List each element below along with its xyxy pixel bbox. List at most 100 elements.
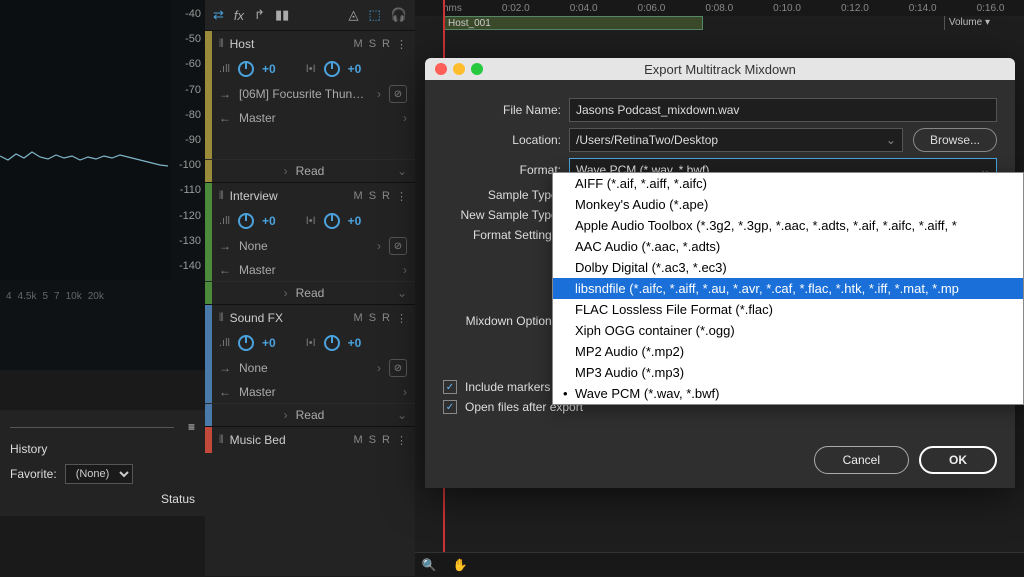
input-routing[interactable]: [06M] Focusrite Thun… — [239, 87, 364, 101]
volume-value[interactable]: +0 — [262, 336, 276, 350]
send-icon[interactable]: ↱ — [254, 7, 265, 23]
cancel-button[interactable]: Cancel — [814, 446, 909, 474]
spectrum-waveform — [0, 138, 170, 178]
chevron-right-icon[interactable]: › — [284, 408, 288, 422]
track-menu-icon[interactable]: ⋮ — [396, 312, 407, 325]
record-button[interactable]: R — [382, 190, 390, 203]
pan-value[interactable]: +0 — [348, 336, 362, 350]
clip-lane[interactable]: Host_001 Volume ▾ — [415, 16, 1024, 32]
include-markers-checkbox[interactable]: ✓ — [443, 380, 457, 394]
format-dropdown-list[interactable]: AIFF (*.aif, *.aiff, *.aifc)Monkey's Aud… — [552, 172, 1024, 405]
fx-bypass-button[interactable]: ⊘ — [389, 237, 407, 255]
input-routing[interactable]: None — [239, 239, 268, 253]
loop-icon[interactable]: ⇄ — [213, 7, 224, 23]
format-option[interactable]: AIFF (*.aif, *.aiff, *.aifc) — [553, 173, 1023, 194]
format-option[interactable]: libsndfile (*.aifc, *.aiff, *.au, *.avr,… — [553, 278, 1023, 299]
track-menu-icon[interactable]: ⋮ — [396, 434, 407, 447]
track-handle-icon[interactable]: ⫴ — [219, 38, 224, 51]
chevron-down-icon[interactable]: ⌄ — [397, 164, 407, 178]
chevron-right-icon[interactable]: › — [377, 361, 381, 375]
solo-button[interactable]: S — [369, 312, 376, 325]
track-name[interactable]: Interview — [230, 189, 348, 203]
pan-value[interactable]: +0 — [348, 214, 362, 228]
track-handle-icon[interactable]: ⫴ — [219, 312, 224, 325]
automation-mode[interactable]: Read — [296, 408, 325, 422]
file-name-label: File Name: — [443, 103, 569, 117]
solo-button[interactable]: S — [369, 434, 376, 447]
location-dropdown[interactable]: /Users/RetinaTwo/Desktop ⌄ — [569, 128, 903, 152]
track-name[interactable]: Host — [230, 37, 348, 51]
input-routing[interactable]: None — [239, 361, 268, 375]
pan-knob[interactable] — [324, 213, 340, 229]
output-routing[interactable]: Master — [239, 263, 276, 277]
fx-icon[interactable]: fx — [234, 8, 244, 23]
format-option[interactable]: •Wave PCM (*.wav, *.bwf) — [553, 383, 1023, 404]
track-name[interactable]: Sound FX — [230, 311, 348, 325]
time-ruler[interactable]: hms 0:02.0 0:04.0 0:06.0 0:08.0 0:10.0 0… — [415, 0, 1024, 16]
chevron-down-icon[interactable]: ⌄ — [397, 286, 407, 300]
volume-lane-label[interactable]: Volume ▾ — [944, 16, 994, 30]
track-handle-icon[interactable]: ⫴ — [219, 190, 224, 203]
format-option[interactable]: AAC Audio (*.aac, *.adts) — [553, 236, 1023, 257]
mute-button[interactable]: M — [354, 190, 363, 203]
browse-button[interactable]: Browse... — [913, 128, 997, 152]
format-option[interactable]: Xiph OGG container (*.ogg) — [553, 320, 1023, 341]
output-routing[interactable]: Master — [239, 111, 276, 125]
volume-knob[interactable] — [238, 61, 254, 77]
audio-clip[interactable]: Host_001 — [443, 16, 703, 30]
chevron-right-icon[interactable]: › — [403, 263, 407, 277]
chevron-right-icon[interactable]: › — [403, 111, 407, 125]
solo-button[interactable]: S — [369, 190, 376, 203]
volume-knob[interactable] — [238, 213, 254, 229]
format-option[interactable]: FLAC Lossless File Format (*.flac) — [553, 299, 1023, 320]
favorite-select[interactable]: (None) — [65, 464, 133, 484]
format-option[interactable]: Dolby Digital (*.ac3, *.ec3) — [553, 257, 1023, 278]
open-after-export-checkbox[interactable]: ✓ — [443, 400, 457, 414]
db-tick: -80 — [171, 109, 201, 121]
tool-b-icon[interactable]: ⬚ — [369, 7, 381, 23]
fx-bypass-button[interactable]: ⊘ — [389, 85, 407, 103]
file-name-input[interactable] — [569, 98, 997, 122]
chevron-right-icon[interactable]: › — [403, 385, 407, 399]
record-button[interactable]: R — [382, 312, 390, 325]
solo-button[interactable]: S — [369, 38, 376, 51]
format-option[interactable]: MP3 Audio (*.mp3) — [553, 362, 1023, 383]
mute-button[interactable]: M — [354, 312, 363, 325]
time-tick: 0:08.0 — [705, 3, 733, 14]
hand-tool-icon[interactable]: ✋ — [449, 556, 471, 574]
chevron-right-icon[interactable]: › — [284, 164, 288, 178]
panel-menu-icon[interactable]: ≡ — [188, 420, 195, 434]
track-menu-icon[interactable]: ⋮ — [396, 190, 407, 203]
ok-button[interactable]: OK — [919, 446, 997, 474]
chevron-right-icon[interactable]: › — [284, 286, 288, 300]
volume-value[interactable]: +0 — [262, 62, 276, 76]
track-handle-icon[interactable]: ⫴ — [219, 434, 224, 447]
automation-mode[interactable]: Read — [296, 164, 325, 178]
record-button[interactable]: R — [382, 38, 390, 51]
pan-knob[interactable] — [324, 335, 340, 351]
mute-button[interactable]: M — [354, 434, 363, 447]
chevron-right-icon[interactable]: › — [377, 87, 381, 101]
headphone-icon[interactable]: 🎧 — [391, 7, 407, 23]
output-routing[interactable]: Master — [239, 385, 276, 399]
chevron-down-icon[interactable]: ⌄ — [397, 408, 407, 422]
fx-bypass-button[interactable]: ⊘ — [389, 359, 407, 377]
mute-button[interactable]: M — [354, 38, 363, 51]
automation-mode[interactable]: Read — [296, 286, 325, 300]
track-menu-icon[interactable]: ⋮ — [396, 38, 407, 51]
dialog-titlebar[interactable]: Export Multitrack Mixdown — [425, 58, 1015, 80]
chevron-right-icon[interactable]: › — [377, 239, 381, 253]
meter-icon[interactable]: ▮▮ — [275, 7, 289, 23]
zoom-out-icon[interactable]: 🔍 — [418, 556, 440, 574]
track-name[interactable]: Music Bed — [230, 433, 348, 447]
record-button[interactable]: R — [382, 434, 390, 447]
volume-value[interactable]: +0 — [262, 214, 276, 228]
volume-knob[interactable] — [238, 335, 254, 351]
format-option[interactable]: Monkey's Audio (*.ape) — [553, 194, 1023, 215]
pan-value[interactable]: +0 — [348, 62, 362, 76]
pan-knob[interactable] — [324, 61, 340, 77]
tool-a-icon[interactable]: ◬ — [349, 7, 359, 23]
format-option[interactable]: MP2 Audio (*.mp2) — [553, 341, 1023, 362]
freq-tick: 5 — [42, 291, 48, 302]
format-option[interactable]: Apple Audio Toolbox (*.3g2, *.3gp, *.aac… — [553, 215, 1023, 236]
